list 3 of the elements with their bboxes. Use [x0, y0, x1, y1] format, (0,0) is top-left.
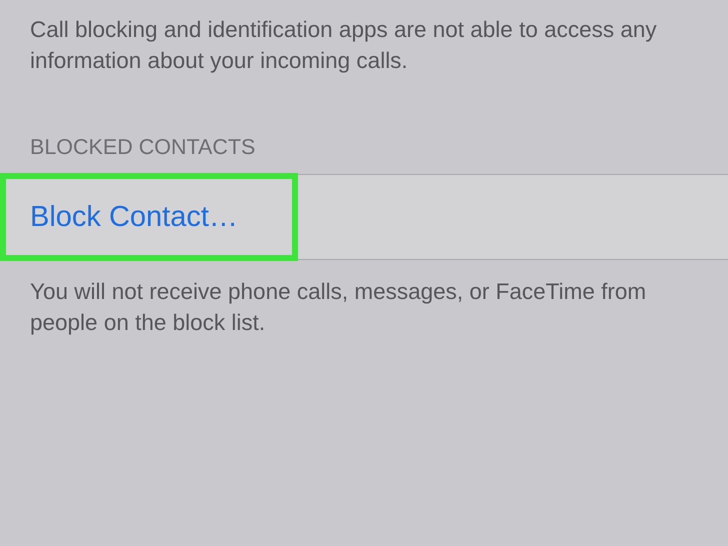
privacy-note: Call blocking and identification apps are not able to access any information about your incoming calls.	[29, 16, 658, 75]
footer-note: You will not receive phone calls, messages, or FaceTime from people on the block list.	[29, 278, 648, 337]
section-header: BLOCKED CONTACTS	[29, 134, 256, 161]
